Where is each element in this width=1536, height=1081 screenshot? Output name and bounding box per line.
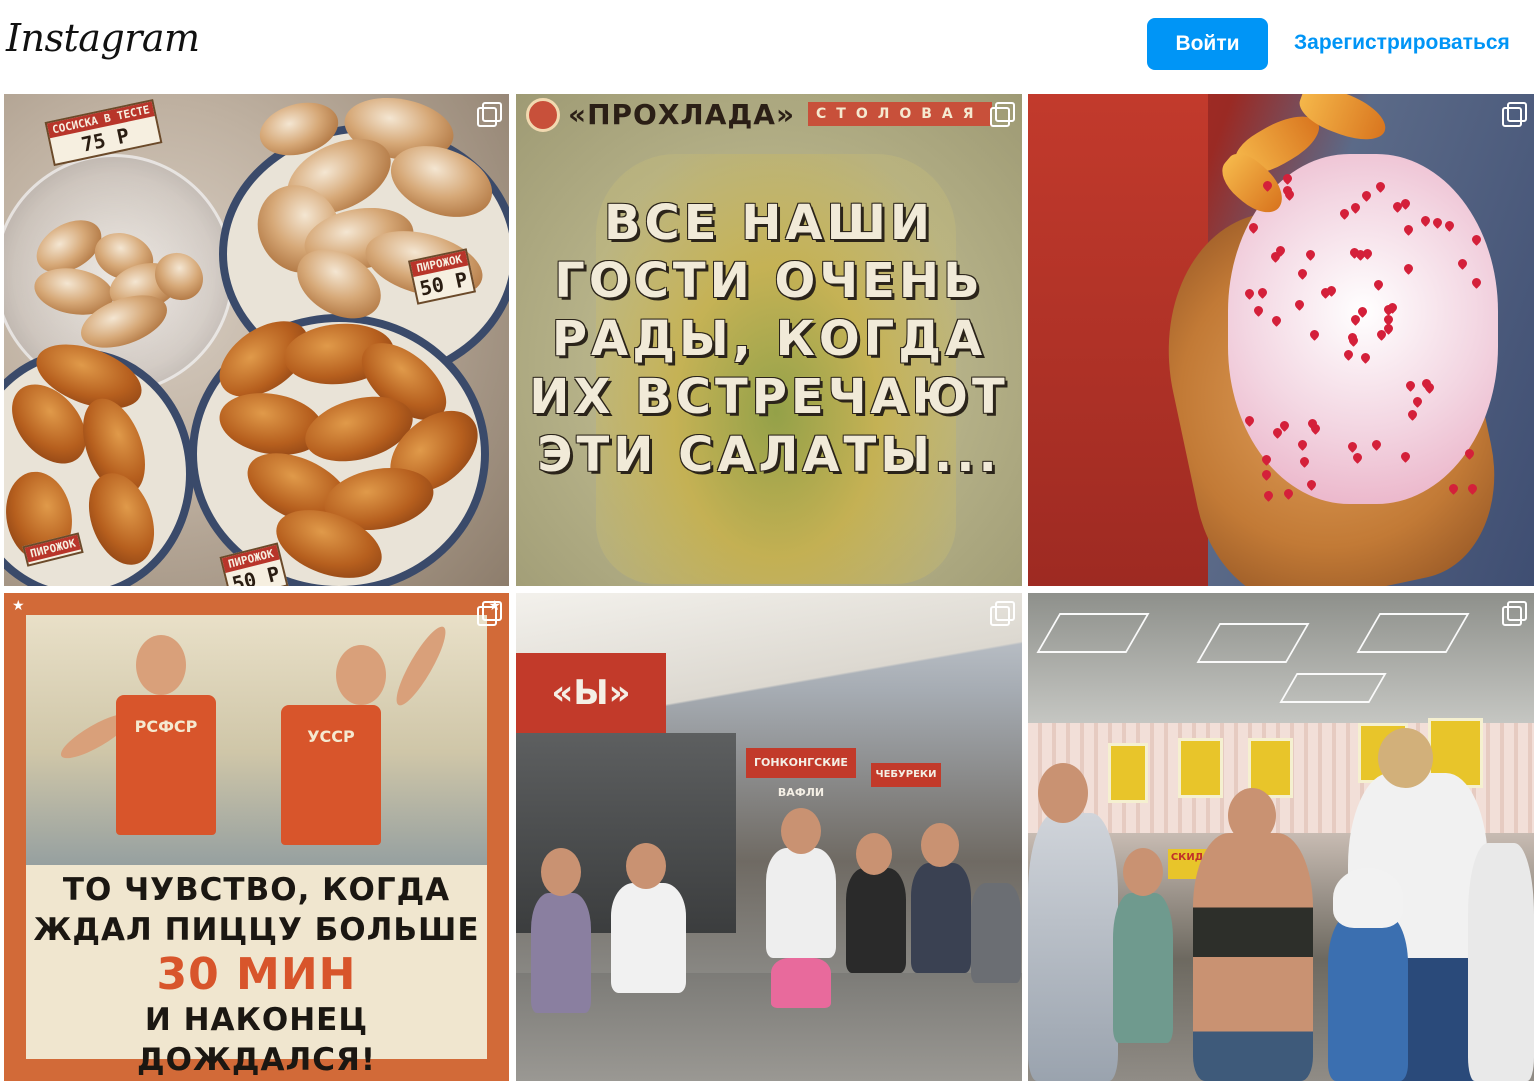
person: [1328, 913, 1408, 1081]
post-tile-street-crowd[interactable]: «Ы» ГОНКОНГСКИЕ ВАФЛИ ЧЕБУРЕКИ: [516, 593, 1022, 1081]
wall-poster: [1108, 743, 1148, 803]
person: [971, 883, 1021, 983]
jersey-left: РСФСР: [116, 695, 216, 835]
person-head: [921, 823, 959, 867]
person-head: [1378, 728, 1433, 788]
post-tile-pastries[interactable]: СОСИСКА В ТЕСТЕ 75 Р ПИРОЖОК 50 Р ПИРОЖО…: [4, 94, 509, 586]
poster-inner: РСФСР УССР ТО ЧУВСТВО, КОГДА ЖДАЛ ПИЦЦУ …: [26, 615, 487, 1078]
runner-head: [136, 635, 186, 695]
person: [1113, 893, 1173, 1043]
poster-text: ВСЕ НАШИ ГОСТИ ОЧЕНЬ РАДЫ, КОГДА ИХ ВСТР…: [529, 195, 1009, 483]
person: [846, 868, 906, 973]
top-header: Instagram Войти Зарегистрироваться: [0, 0, 1536, 92]
person: [1468, 843, 1534, 1081]
jersey-right: УССР: [281, 705, 381, 845]
person: [1193, 833, 1313, 1081]
post-tile-food-court[interactable]: СКИДКИ: [1028, 593, 1534, 1081]
brand-name: «ПРОХЛАДА»: [568, 97, 796, 131]
person-head: [626, 843, 666, 889]
runner-head: [336, 645, 386, 705]
person: [1028, 813, 1118, 1081]
person-head: [1228, 788, 1276, 843]
brand-logo-icon: [526, 98, 560, 132]
instagram-logo[interactable]: Instagram: [6, 16, 200, 60]
poster-text: ТО ЧУВСТВО, КОГДА ЖДАЛ ПИЦЦУ БОЛЬШЕ 30 М…: [33, 872, 480, 1078]
wall-poster: [1178, 738, 1223, 798]
person: [766, 848, 836, 958]
carousel-icon: [477, 102, 502, 127]
carousel-icon: [990, 601, 1015, 626]
person: [911, 863, 971, 973]
person-head: [1038, 763, 1088, 823]
person-head: [856, 833, 892, 875]
person-head: [781, 808, 821, 854]
person: [611, 883, 686, 993]
login-button[interactable]: Войти: [1147, 18, 1268, 70]
post-tile-salads-poster[interactable]: «ПРОХЛАДА» СТОЛОВАЯ ВСЕ НАШИ ГОСТИ ОЧЕНЬ…: [516, 94, 1022, 586]
carousel-icon: [1502, 601, 1527, 626]
posts-grid: СОСИСКА В ТЕСТЕ 75 Р ПИРОЖОК 50 Р ПИРОЖО…: [4, 94, 1534, 1081]
street-floor: [516, 973, 1022, 1081]
store-sign: ЧЕБУРЕКИ: [871, 763, 941, 787]
brand-subtitle: СТОЛОВАЯ: [808, 102, 992, 126]
store-sign: ГОНКОНГСКИЕ ВАФЛИ: [746, 748, 856, 799]
person-hat: [1333, 868, 1403, 928]
person-head: [1123, 848, 1163, 896]
ceiling-light: [1279, 673, 1387, 703]
carousel-icon: [990, 102, 1015, 127]
carousel-icon: [477, 601, 502, 626]
carousel-icon: [1502, 102, 1527, 127]
person: [771, 958, 831, 1008]
store-sign: «Ы»: [516, 653, 666, 733]
post-tile-soviet-poster[interactable]: ★ ★ РСФСР УССР ТО ЧУВСТВО, КОГДА ЖДАЛ ПИ…: [4, 593, 509, 1081]
person-head: [541, 848, 581, 896]
person: [531, 893, 591, 1013]
post-tile-bubble-waffle[interactable]: [1028, 94, 1534, 586]
signup-link[interactable]: Зарегистрироваться: [1294, 31, 1510, 55]
star-icon: ★: [12, 597, 25, 613]
